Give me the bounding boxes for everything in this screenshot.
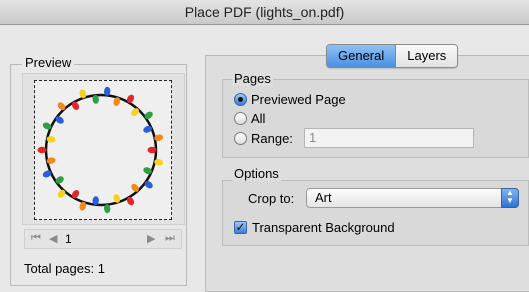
lights-wreath-image [37, 86, 164, 214]
radio-button[interactable] [234, 112, 247, 125]
crop-select[interactable]: Art ▲ ▼ [306, 188, 519, 208]
tab-general[interactable]: General [327, 45, 397, 67]
radio-label: Range: [251, 131, 293, 146]
transparent-background-checkbox-row[interactable]: ✓ Transparent Background [234, 220, 395, 235]
light-bulb [37, 146, 47, 154]
total-pages-label: Total pages: 1 [24, 261, 105, 276]
checkbox-checked-icon[interactable]: ✓ [234, 221, 247, 234]
radio-all[interactable]: All [234, 111, 265, 126]
checkbox-label: Transparent Background [252, 220, 395, 235]
select-arrows-icon: ▲ ▼ [501, 188, 519, 208]
window-title: Place PDF (lights_on.pdf) [0, 0, 529, 25]
light-bulb [144, 180, 153, 189]
tab-layers[interactable]: Layers [396, 45, 458, 67]
page-number-field[interactable]: 1 [65, 232, 72, 246]
preview-thumbnail [34, 80, 172, 220]
tab-bar: General Layers [326, 44, 459, 68]
radio-button[interactable] [234, 93, 247, 106]
first-page-icon[interactable]: ⏮ [31, 232, 41, 245]
radio-label: All [251, 111, 266, 126]
radio-label: Previewed Page [251, 92, 346, 107]
options-group-title: Options [232, 166, 281, 181]
pages-group-title: Pages [232, 71, 273, 86]
last-page-icon[interactable]: ⏭ [165, 232, 175, 245]
preview-label: Preview [22, 55, 75, 70]
light-bulb [55, 176, 64, 184]
prev-page-icon[interactable]: ◀ [49, 232, 57, 245]
crop-select-value: Art [315, 190, 332, 205]
crop-label: Crop to: [248, 191, 295, 206]
radio-previewed-page[interactable]: Previewed Page [234, 92, 346, 107]
light-bulb [55, 116, 64, 124]
radio-button[interactable] [234, 132, 247, 145]
page-navigator[interactable]: ⏮ ◀ 1 ▶ ⏭ [24, 229, 182, 249]
range-input[interactable]: 1 [304, 128, 474, 148]
light-bulb [147, 146, 157, 154]
light-bulb [144, 111, 153, 120]
next-page-icon[interactable]: ▶ [147, 232, 155, 245]
radio-range[interactable]: Range: [234, 131, 293, 146]
